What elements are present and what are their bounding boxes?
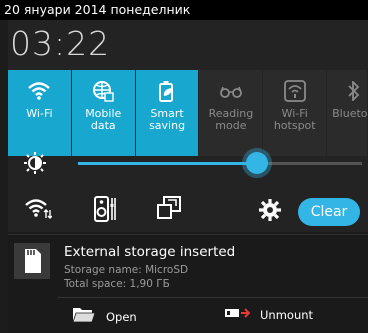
brightness-row bbox=[8, 144, 368, 184]
brightness-fill bbox=[78, 162, 257, 165]
glasses-icon bbox=[218, 78, 244, 104]
gear-icon[interactable] bbox=[258, 198, 282, 226]
audio-settings-icon[interactable] bbox=[94, 196, 116, 226]
sd-card-icon bbox=[14, 243, 50, 279]
wifi-icon bbox=[26, 78, 52, 104]
unmount-label: Unmount bbox=[260, 307, 314, 322]
wifi-settings-icon[interactable] bbox=[24, 196, 53, 224]
brightness-slider[interactable] bbox=[78, 152, 362, 174]
date-text: 20 януари 2014 понеделник bbox=[4, 2, 191, 17]
notification-title: External storage inserted bbox=[64, 244, 236, 260]
unmount-button[interactable]: Unmount bbox=[224, 307, 313, 322]
notification-total-space: Total space: 1,90 ГБ bbox=[64, 278, 170, 290]
globe-icon bbox=[90, 78, 116, 104]
leaf-battery-icon bbox=[154, 78, 180, 104]
open-label: Open bbox=[106, 309, 137, 324]
hotspot-icon bbox=[282, 78, 308, 104]
tile-label: Mobile data bbox=[85, 107, 122, 132]
storage-notification[interactable]: External storage inserted Storage name: … bbox=[8, 234, 368, 333]
tile-label: Reading mode bbox=[208, 107, 254, 132]
bluetooth-icon bbox=[341, 78, 367, 104]
folder-icon bbox=[72, 307, 96, 326]
tile-label: Smart saving bbox=[149, 107, 186, 132]
notification-divider bbox=[58, 297, 368, 298]
clear-button[interactable]: Clear bbox=[298, 198, 360, 226]
screen-cast-icon[interactable] bbox=[156, 196, 182, 224]
quick-actions-row: Clear bbox=[8, 190, 368, 232]
clock: 03:22 bbox=[10, 24, 111, 63]
tile-label: Wi-Fi hotspot bbox=[273, 107, 316, 132]
status-bar: 20 януари 2014 понеделник bbox=[0, 0, 368, 20]
tile-label: Bluetooth bbox=[332, 107, 368, 120]
brightness-thumb[interactable] bbox=[245, 152, 268, 174]
brightness-icon bbox=[24, 152, 46, 178]
eject-card-icon bbox=[224, 307, 251, 322]
notification-storage-name: Storage name: MicroSD bbox=[64, 264, 189, 276]
open-button[interactable]: Open bbox=[72, 307, 137, 326]
tile-label: Wi-Fi bbox=[26, 107, 53, 120]
quick-settings-panel: 03:22 Wi-Fi Mobile data Smart saving Rea… bbox=[8, 20, 368, 232]
